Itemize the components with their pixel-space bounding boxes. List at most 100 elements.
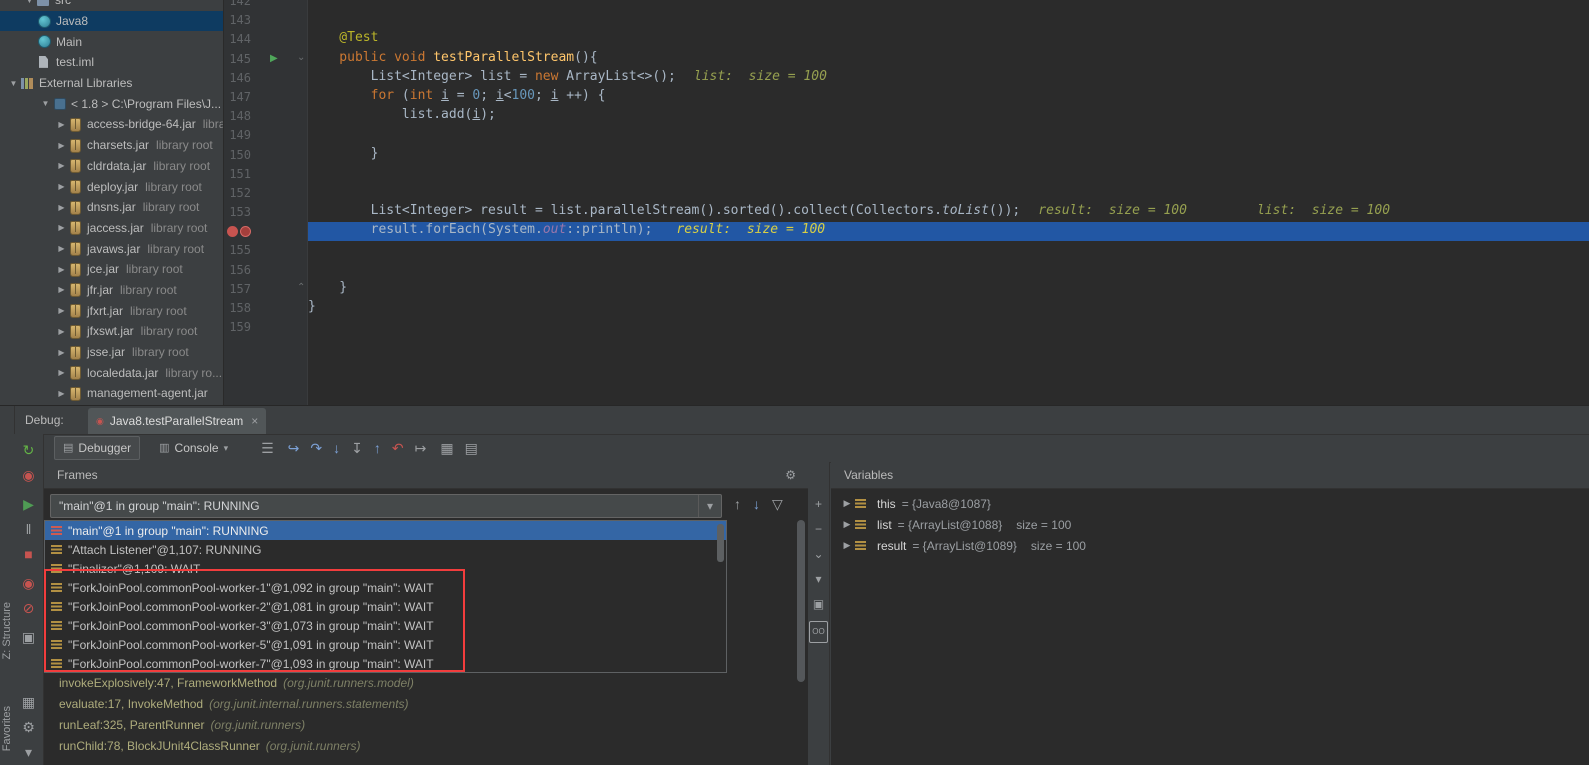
code-line-143[interactable]: [308, 11, 1589, 30]
gutter-row[interactable]: 146: [224, 69, 307, 88]
chevron-collapsed-icon[interactable]: ▶: [54, 244, 69, 253]
code-line-144[interactable]: @Test: [308, 30, 1589, 49]
tree-item-access-bridge-64-jar[interactable]: ▶ access-bridge-64.jar library root: [0, 114, 223, 135]
tree-item-cldrdata-jar[interactable]: ▶ cldrdata.jar library root: [0, 156, 223, 177]
code-line-146[interactable]: List<Integer> list = new ArrayList<>(); l…: [308, 69, 1589, 88]
chevron-expanded-icon[interactable]: ▼: [6, 79, 21, 88]
line-number[interactable]: 146: [229, 71, 251, 85]
chevron-collapsed-icon[interactable]: ▶: [54, 203, 69, 212]
close-icon[interactable]: ×: [251, 408, 258, 434]
gutter-row[interactable]: 151: [224, 165, 307, 184]
chevron-collapsed-icon[interactable]: ▶: [54, 265, 69, 274]
fold-marker-icon[interactable]: ⌄: [297, 52, 305, 63]
tree-item-javaws-jar[interactable]: ▶ javaws.jar library root: [0, 238, 223, 259]
gutter-row[interactable]: 143: [224, 11, 307, 30]
chevron-expanded-icon[interactable]: ▼: [38, 99, 53, 108]
stack-frame-item[interactable]: runChild:78, BlockJUnit4ClassRunner (org.…: [44, 736, 808, 757]
step-over-icon[interactable]: ↷: [310, 440, 322, 456]
gutter-row[interactable]: 145 ▶ ⌄: [224, 50, 307, 69]
tree-item-jce-jar[interactable]: ▶ jce.jar library root: [0, 259, 223, 280]
layout-menu-icon[interactable]: ☰: [261, 440, 274, 456]
favorites-tool-button[interactable]: Favorites: [1, 706, 13, 751]
step-into-icon[interactable]: ↓: [333, 440, 340, 456]
editor-gutter[interactable]: 142 143 144 145 ▶ ⌄ 146 147 148 149 150 151 152 153 15…: [224, 0, 308, 405]
tree-item-deploy-jar[interactable]: ▶ deploy.jar library root: [0, 176, 223, 197]
thread-item[interactable]: "Finalizer"@1,109: WAIT: [45, 559, 726, 578]
run-to-cursor-icon[interactable]: ↦: [415, 440, 427, 456]
variable-row-result[interactable]: ▶ result = {ArrayList@1089} size = 100: [831, 535, 1589, 556]
gutter-row[interactable]: 155: [224, 241, 307, 260]
line-number[interactable]: 148: [229, 109, 251, 123]
gutter-row[interactable]: 142: [224, 0, 307, 11]
gutter-row[interactable]: 156: [224, 261, 307, 280]
tree-item-management-agent-jar[interactable]: ▶ management-agent.jar: [0, 383, 223, 404]
code-line-159[interactable]: [308, 318, 1589, 337]
gutter-row[interactable]: 144: [224, 30, 307, 49]
line-number[interactable]: 153: [229, 205, 251, 219]
collapse-icon[interactable]: ▾: [815, 571, 821, 587]
view-breakpoints-button[interactable]: ◉: [22, 575, 34, 591]
code-line-153[interactable]: List<Integer> result = list.parallelStre…: [308, 203, 1589, 222]
code-line-158[interactable]: }: [308, 299, 1589, 318]
gear-icon[interactable]: ⚙: [785, 462, 796, 488]
chevron-collapsed-icon[interactable]: ▶: [54, 389, 69, 398]
filter-threads-icon[interactable]: ▽: [772, 496, 783, 512]
thread-selector[interactable]: "main"@1 in group "main": RUNNING ▾: [50, 494, 722, 518]
thread-item[interactable]: "main"@1 in group "main": RUNNING: [45, 521, 726, 541]
chevron-collapsed-icon[interactable]: ▶: [839, 519, 855, 530]
line-number[interactable]: 143: [229, 13, 251, 27]
thread-item[interactable]: "ForkJoinPool.commonPool-worker-3"@1,073…: [45, 616, 726, 635]
line-number[interactable]: 144: [229, 32, 251, 46]
code-line-155[interactable]: [308, 241, 1589, 260]
gutter-row[interactable]: 149: [224, 126, 307, 145]
restore-layout-button[interactable]: ▦: [22, 694, 35, 710]
force-step-into-icon[interactable]: ↧: [351, 440, 363, 456]
gutter-row[interactable]: 158: [224, 299, 307, 318]
line-number[interactable]: 145: [229, 52, 251, 66]
tree-item-jfxrt-jar[interactable]: ▶ jfxrt.jar library root: [0, 300, 223, 321]
frames-scrollbar[interactable]: [797, 520, 805, 682]
tree-item-jaccess-jar[interactable]: ▶ jaccess.jar library root: [0, 218, 223, 239]
thread-dump-button[interactable]: ▣: [22, 629, 35, 645]
chevron-collapsed-icon[interactable]: ▶: [839, 540, 855, 551]
chevron-collapsed-icon[interactable]: ▶: [54, 327, 69, 336]
stack-frame-item[interactable]: evaluate:17, InvokeMethod (org.junit.inte…: [44, 694, 808, 715]
prev-frame-icon[interactable]: ↑: [734, 496, 741, 512]
settings-button[interactable]: ⚙: [22, 719, 35, 735]
code-line-148[interactable]: list.add(i);: [308, 107, 1589, 126]
breakpoint-icon[interactable]: [227, 226, 238, 238]
line-number[interactable]: 150: [229, 148, 251, 162]
line-number[interactable]: 158: [229, 301, 251, 315]
chevron-collapsed-icon[interactable]: ▶: [54, 141, 69, 150]
variable-row-this[interactable]: ▶ this = {Java8@1087}: [831, 493, 1589, 514]
code-line-156[interactable]: [308, 261, 1589, 280]
remove-icon[interactable]: −: [815, 521, 822, 537]
pause-button[interactable]: ‖: [26, 521, 32, 537]
stack-frame-item[interactable]: runLeaf:325, ParentRunner (org.junit.runn…: [44, 715, 808, 736]
gutter-row[interactable]: 153: [224, 203, 307, 222]
chevron-collapsed-icon[interactable]: ▶: [54, 223, 69, 232]
tree-item-jfxswt-jar[interactable]: ▶ jfxswt.jar library root: [0, 321, 223, 342]
chevron-expanded-icon[interactable]: ▼: [22, 0, 37, 5]
copy-stack-icon[interactable]: ▣: [813, 596, 824, 612]
chevron-collapsed-icon[interactable]: ▶: [54, 120, 69, 129]
variable-row-list[interactable]: ▶ list = {ArrayList@1088} size = 100: [831, 514, 1589, 535]
line-number[interactable]: 149: [229, 128, 251, 142]
line-number[interactable]: 152: [229, 186, 251, 200]
gutter-row[interactable]: 147: [224, 88, 307, 107]
show-execution-point-icon[interactable]: ↪: [288, 440, 300, 456]
stack-frame-item[interactable]: invokeExplosively:47, FrameworkMethod (or…: [44, 673, 808, 694]
tree-item-main[interactable]: Main: [0, 31, 223, 52]
chevron-collapsed-icon[interactable]: ▶: [54, 348, 69, 357]
chevron-collapsed-icon[interactable]: ▶: [54, 306, 69, 315]
thread-item[interactable]: "ForkJoinPool.commonPool-worker-5"@1,091…: [45, 636, 726, 655]
debug-session-tab[interactable]: ◉ Java8.testParallelStream ×: [88, 408, 267, 434]
chevron-collapsed-icon[interactable]: ▶: [839, 498, 855, 509]
gutter-row[interactable]: [224, 222, 307, 241]
tree-item-jfr-jar[interactable]: ▶ jfr.jar library root: [0, 280, 223, 301]
line-number[interactable]: 147: [229, 90, 251, 104]
dropdown-scrollbar[interactable]: [717, 524, 724, 562]
tree-item-java8[interactable]: Java8: [0, 10, 223, 32]
tree-item-dnsns-jar[interactable]: ▶ dnsns.jar library root: [0, 197, 223, 218]
line-number[interactable]: 156: [229, 263, 251, 277]
